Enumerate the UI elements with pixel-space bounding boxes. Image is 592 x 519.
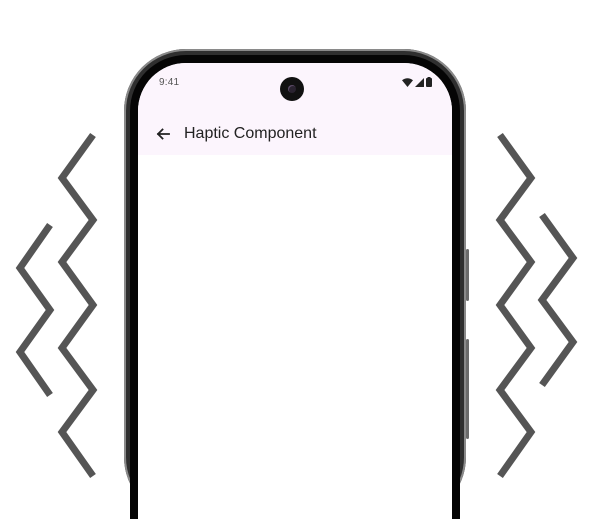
- power-button: [466, 339, 469, 439]
- phone-frame: 9:41 Haptic Component: [124, 49, 469, 519]
- arrow-left-icon: [156, 128, 170, 140]
- wifi-icon: [402, 77, 413, 87]
- front-camera: [280, 77, 304, 101]
- volume-button: [466, 249, 469, 301]
- phone-bezel: 9:41 Haptic Component: [130, 55, 460, 519]
- phone-screen: 9:41 Haptic Component: [138, 63, 452, 519]
- vibration-zigzag-left-inner: [57, 132, 98, 479]
- vibration-zigzag-left-outer: [15, 222, 55, 398]
- vibration-zigzag-right-outer: [537, 212, 578, 388]
- top-app-bar: Haptic Component: [138, 113, 452, 155]
- content-area: [138, 155, 452, 519]
- page-title: Haptic Component: [184, 125, 317, 142]
- back-button[interactable]: [148, 119, 178, 149]
- vibration-zigzag-right-inner: [495, 132, 536, 479]
- status-icons: [402, 77, 432, 87]
- cellular-signal-icon: [415, 77, 424, 87]
- status-bar: 9:41: [138, 63, 452, 113]
- battery-icon: [426, 77, 432, 87]
- status-time: 9:41: [159, 77, 180, 88]
